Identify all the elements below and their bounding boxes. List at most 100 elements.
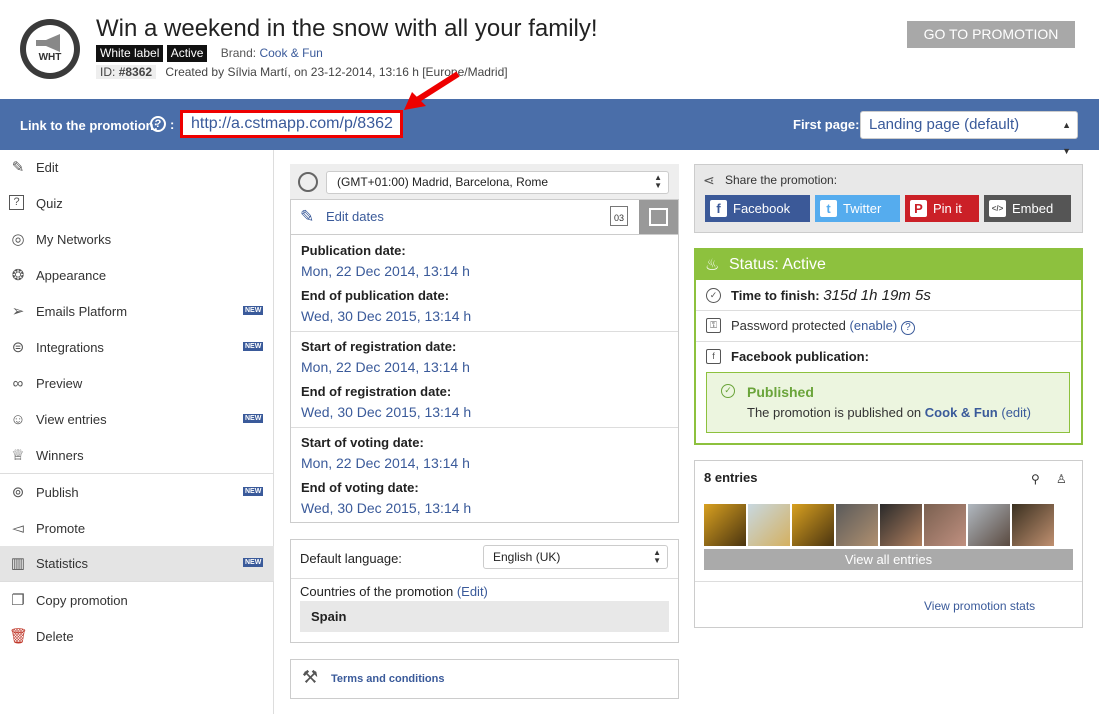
entry-avatar[interactable] [924,504,966,546]
embed-button[interactable]: </> Embed [984,195,1071,222]
twitter-icon: t [820,200,837,217]
sidebar-item-label: My Networks [36,232,112,247]
new-badge: NEW [243,306,264,315]
share-icon: ⋖ [703,172,715,188]
sidebar-item-delete[interactable]: 🗑 Delete [0,619,274,655]
sidebar: ✎ Edit ? Quiz ◎ My Networks ❂ Appearance… [0,150,274,714]
timezone-select[interactable]: (GMT+01:00) Madrid, Barcelona, Rome ▲ ▼ [326,171,669,194]
sidebar-item-winners[interactable]: ♕ Winners [0,438,274,474]
entry-avatar[interactable] [704,504,746,546]
quiz-icon: ? [9,195,24,210]
new-badge: NEW [243,487,264,496]
sidebar-item-copy-promotion[interactable]: ❐ Copy promotion [0,583,274,619]
remove-winner-icon[interactable]: ♙ [1056,472,1067,486]
countries-row: Countries of the promotion (Edit) [300,584,488,599]
facebook-share-button[interactable]: f Facebook [705,195,810,222]
flame-icon: ♨ [705,257,720,274]
facebook-icon: f [706,349,721,364]
language-select[interactable]: English (UK) ▲ ▼ [483,545,668,569]
view-all-entries-button[interactable]: View all entries [704,549,1073,570]
terms-link[interactable]: Terms and conditions [331,673,444,685]
network-icon: ◎ [11,231,25,248]
end-registration-date-value: Wed, 30 Dec 2015, 13:14 h [301,404,472,420]
calendar-icon [649,208,668,226]
sidebar-item-my-networks[interactable]: ◎ My Networks [0,222,274,258]
password-enable-link[interactable]: (enable) [850,318,898,333]
pinterest-share-button[interactable]: P Pin it [905,195,979,222]
sidebar-item-promote[interactable]: ◅ Promote [0,511,274,547]
entry-avatar[interactable] [836,504,878,546]
sidebar-item-label: Appearance [36,268,107,283]
remove-user-icon[interactable]: ⚲ [1031,472,1040,486]
link-label: Link to the promotion: [20,118,158,133]
view-promotion-stats-link[interactable]: View promotion stats [924,599,1035,613]
id-value: #8362 [118,65,153,79]
first-page-select[interactable]: Landing page (default) ▲ ▼ [860,111,1078,156]
go-to-promotion-button[interactable]: GO TO PROMOTION [907,21,1075,48]
twitter-share-button[interactable]: t Twitter [815,195,900,222]
sidebar-item-label: Edit [36,160,59,175]
pencil-icon: ✎ [300,207,315,226]
start-voting-date-value: Mon, 22 Dec 2014, 13:14 h [301,455,470,471]
sidebar-item-quiz[interactable]: ? Quiz [0,186,274,222]
active-tag: Active [166,45,208,62]
help-icon[interactable]: ? [150,116,166,132]
promotion-url-link[interactable]: http://a.cstmapp.com/p/8362 [180,110,403,138]
entries-count: 8 entries [704,470,758,485]
sidebar-item-statistics[interactable]: ▥ Statistics NEW [0,546,274,582]
tags-row: White label Active Brand: Cook & Fun [96,45,323,62]
entry-avatar[interactable] [880,504,922,546]
sidebar-item-emails-platform[interactable]: ➢ Emails Platform NEW [0,294,274,330]
password-label: Password protected [731,318,846,333]
edit-dates-link[interactable]: Edit dates [326,209,384,224]
divider [291,331,678,332]
megaphone-logo-icon [36,34,60,52]
countries-edit-link[interactable]: (Edit) [457,584,488,599]
entry-avatar[interactable] [748,504,790,546]
entry-avatar[interactable] [792,504,834,546]
sidebar-item-integrations[interactable]: ⊜ Integrations NEW [0,330,274,366]
sidebar-item-edit[interactable]: ✎ Edit [0,150,274,186]
sidebar-item-label: Quiz [36,196,63,211]
sidebar-item-label: Promote [36,521,86,536]
bar-chart-icon: ▥ [10,555,26,572]
country-item: Spain [300,601,669,632]
entry-avatar[interactable] [1012,504,1054,546]
published-edit-link[interactable]: (edit) [1001,405,1031,420]
id-label: ID: [100,65,116,79]
glasses-icon: ∞ [12,375,24,392]
time-value: 315d 1h 19m 5s [823,287,931,304]
embed-icon: </> [989,200,1006,217]
sidebar-item-label: Copy promotion [36,593,128,608]
new-badge: NEW [243,342,264,351]
published-page-link[interactable]: Cook & Fun [925,405,998,420]
timezone-value: (GMT+01:00) Madrid, Barcelona, Rome [337,175,549,189]
calendar-day-icon[interactable]: 03 [610,206,628,226]
publication-date-label: Publication date: [301,243,406,258]
user-icon: ☺ [10,411,26,428]
end-publication-date-value: Wed, 30 Dec 2015, 13:14 h [301,308,472,324]
select-caret-icon: ▲ ▼ [654,173,662,190]
white-label-tag: White label [96,45,164,62]
language-value: English (UK) [493,550,561,564]
divider [695,581,1082,582]
sidebar-item-preview[interactable]: ∞ Preview [0,366,274,402]
sidebar-divider [0,473,274,474]
megaphone-icon: ◅ [12,520,24,537]
start-registration-date-label: Start of registration date: [301,339,457,354]
password-row: Password protected (enable) ? [731,318,915,335]
button-label: Facebook [733,201,791,216]
select-caret-icon: ▲ ▼ [1062,120,1071,156]
sidebar-item-view-entries[interactable]: ☺ View entries NEW [0,402,274,438]
sidebar-item-label: Delete [36,629,74,644]
globe-icon [298,172,318,192]
trophy-icon: ♕ [11,447,25,464]
sidebar-item-publish[interactable]: ⊚ Publish NEW [0,475,274,511]
button-label: Embed [1012,201,1054,216]
help-icon[interactable]: ? [900,321,915,335]
pencil-icon: ✎ [11,159,25,176]
sidebar-item-appearance[interactable]: ❂ Appearance [0,258,274,294]
entry-avatar[interactable] [968,504,1010,546]
published-text-row: The promotion is published on Cook & Fun… [747,405,1031,420]
brand-link[interactable]: Cook & Fun [259,46,322,60]
